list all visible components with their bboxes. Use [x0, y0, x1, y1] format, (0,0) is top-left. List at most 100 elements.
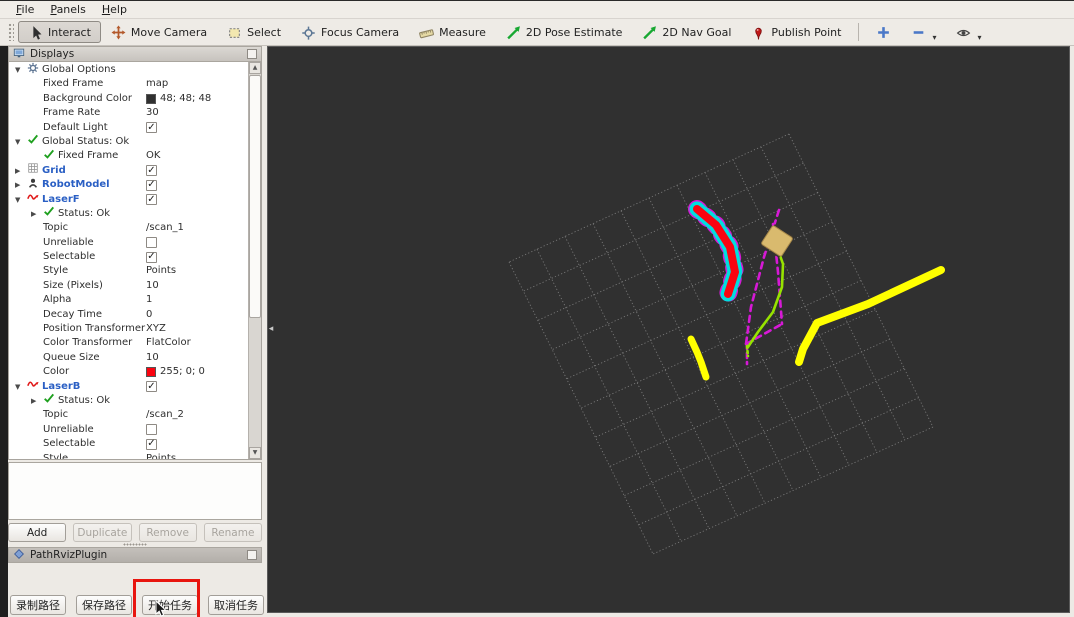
plugin-button-1[interactable]: 录制路径 — [10, 595, 66, 615]
checkbox-unchecked[interactable] — [146, 424, 157, 436]
menu-panels[interactable]: Panels — [42, 2, 93, 18]
tool-2d-pose-estimate[interactable]: 2D Pose Estimate — [496, 21, 633, 43]
tree-value[interactable]: Points — [146, 452, 176, 459]
tree-row-position-transformer[interactable]: Position Transformer XYZ — [9, 322, 248, 336]
tree-value[interactable]: Points — [146, 264, 176, 278]
tree-value[interactable]: FlatColor — [146, 336, 191, 350]
displays-float-button[interactable] — [247, 49, 257, 59]
tree-value[interactable]: OK — [146, 149, 160, 163]
tree-value[interactable]: ✓ — [146, 178, 157, 192]
expander-open-icon[interactable]: ▼ — [15, 380, 27, 394]
tree-row-fixed-frame[interactable]: Fixed Frame OK — [9, 149, 248, 163]
tree-row-color-transformer[interactable]: Color Transformer FlatColor — [9, 336, 248, 350]
expander-closed-icon[interactable]: ▶ — [31, 207, 43, 221]
expander-open-icon[interactable]: ▼ — [15, 193, 27, 207]
panel-splitter[interactable] — [8, 542, 262, 546]
checkbox-checked[interactable]: ✓ — [146, 381, 157, 393]
plugin-panel-header[interactable]: PathRvizPlugin — [8, 547, 262, 563]
tool-focus-camera[interactable]: Focus Camera — [291, 21, 409, 43]
expander-closed-icon[interactable]: ▶ — [31, 394, 43, 408]
tree-value[interactable] — [146, 423, 157, 437]
tree-row-status-ok[interactable]: ▶ Status: Ok — [9, 394, 248, 408]
tree-row-unreliable[interactable]: Unreliable — [9, 236, 248, 250]
tree-row-background-color[interactable]: Background Color 48; 48; 48 — [9, 92, 248, 106]
tree-value[interactable]: ✓ — [146, 193, 157, 207]
tree-row-queue-size[interactable]: Queue Size 10 — [9, 351, 248, 365]
tree-row-style[interactable]: Style Points — [9, 452, 248, 459]
scrollbar-thumb[interactable] — [249, 75, 261, 318]
checkbox-checked[interactable]: ✓ — [146, 194, 157, 206]
tree-row-topic[interactable]: Topic/scan_2 — [9, 408, 248, 422]
scene-canvas[interactable] — [268, 47, 1069, 612]
tree-row-status-ok[interactable]: ▶ Status: Ok — [9, 207, 248, 221]
tree-value[interactable]: 0 — [146, 308, 152, 322]
tree-row-size-pixels-[interactable]: Size (Pixels) 10 — [9, 279, 248, 293]
tree-value[interactable]: 10 — [146, 351, 159, 365]
scrollbar-down-arrow[interactable]: ▼ — [249, 447, 261, 459]
tree-value[interactable]: 1 — [146, 293, 152, 307]
tree-row-style[interactable]: Style Points — [9, 264, 248, 278]
checkbox-checked[interactable]: ✓ — [146, 165, 157, 177]
color-swatch[interactable] — [146, 367, 156, 378]
tool-visibility-button[interactable]: ▾ — [946, 21, 991, 43]
tree-value[interactable]: map — [146, 77, 168, 91]
checkbox-unchecked[interactable] — [146, 237, 157, 249]
tree-row-fixed-frame[interactable]: Fixed Frame map — [9, 77, 248, 91]
tool-interact[interactable]: Interact — [18, 21, 101, 43]
displays-panel-header[interactable]: Displays — [8, 46, 262, 62]
tree-value[interactable]: ✓ — [146, 164, 157, 178]
rename-button[interactable]: Rename — [203, 523, 262, 542]
tree-row-frame-rate[interactable]: Frame Rate 30 — [9, 106, 248, 120]
checkbox-checked[interactable]: ✓ — [146, 438, 157, 450]
scrollbar-up-arrow[interactable]: ▲ — [249, 62, 261, 74]
color-swatch[interactable] — [146, 93, 156, 104]
remove-button[interactable]: Remove — [138, 523, 197, 542]
3d-viewport[interactable]: ◂ — [267, 46, 1070, 613]
tree-row-unreliable[interactable]: Unreliable — [9, 423, 248, 437]
tool-plus-button[interactable] — [866, 21, 901, 43]
tree-row-alpha[interactable]: Alpha 1 — [9, 293, 248, 307]
checkbox-checked[interactable]: ✓ — [146, 122, 157, 134]
tree-value[interactable]: ✓ — [146, 250, 157, 264]
tree-value[interactable]: /scan_2 — [146, 408, 184, 422]
tree-value[interactable]: ✓ — [146, 437, 157, 451]
tree-value[interactable]: 255; 0; 0 — [146, 365, 205, 379]
tree-value[interactable] — [146, 236, 157, 250]
panel-collapse-handle[interactable]: ◂ — [266, 320, 276, 338]
tree-row-default-light[interactable]: Default Light ✓ — [9, 121, 248, 135]
plugin-button-2[interactable]: 保存路径 — [76, 595, 132, 615]
tool-2d-nav-goal[interactable]: 2D Nav Goal — [632, 21, 741, 43]
tree-value[interactable]: /scan_1 — [146, 221, 184, 235]
toolbar-grip-handle[interactable] — [8, 23, 14, 41]
tool-move-camera[interactable]: Move Camera — [101, 21, 217, 43]
expander-open-icon[interactable]: ▼ — [15, 63, 27, 77]
tree-row-color[interactable]: Color 255; 0; 0 — [9, 365, 248, 379]
duplicate-button[interactable]: Duplicate — [73, 523, 132, 542]
tree-value[interactable]: XYZ — [146, 322, 166, 336]
checkbox-checked[interactable]: ✓ — [146, 179, 157, 191]
tree-row-selectable[interactable]: Selectable ✓ — [9, 250, 248, 264]
add-button[interactable]: Add — [8, 523, 67, 542]
tree-value[interactable]: ✓ — [146, 121, 157, 135]
tree-value[interactable]: 30 — [146, 106, 159, 120]
checkbox-checked[interactable]: ✓ — [146, 251, 157, 263]
tool-measure[interactable]: Measure — [409, 21, 496, 43]
expander-closed-icon[interactable]: ▶ — [15, 164, 27, 178]
menu-help[interactable]: Help — [94, 2, 135, 18]
tree-value[interactable]: ✓ — [146, 380, 157, 394]
tree-row-robotmodel[interactable]: ▶ RobotModel ✓ — [9, 178, 248, 192]
tree-value[interactable]: 10 — [146, 279, 159, 293]
tree-row-topic[interactable]: Topic/scan_1 — [9, 221, 248, 235]
tool-select[interactable]: Select — [217, 21, 291, 43]
tool-minus-button[interactable]: ▾ — [901, 21, 946, 43]
menu-file[interactable]: File — [8, 2, 42, 18]
tree-scrollbar[interactable]: ▲ ▼ — [248, 62, 261, 459]
tree-row-decay-time[interactable]: Decay Time 0 — [9, 308, 248, 322]
tree-row-grid[interactable]: ▶ Grid ✓ — [9, 163, 248, 178]
tree-row-global-options[interactable]: ▼ Global Options — [9, 62, 248, 77]
tree-row-selectable[interactable]: Selectable ✓ — [9, 437, 248, 451]
tool-publish-point[interactable]: Publish Point — [741, 21, 851, 43]
tree-value[interactable]: 48; 48; 48 — [146, 92, 211, 106]
expander-open-icon[interactable]: ▼ — [15, 135, 27, 149]
plugin-float-button[interactable] — [247, 550, 257, 560]
